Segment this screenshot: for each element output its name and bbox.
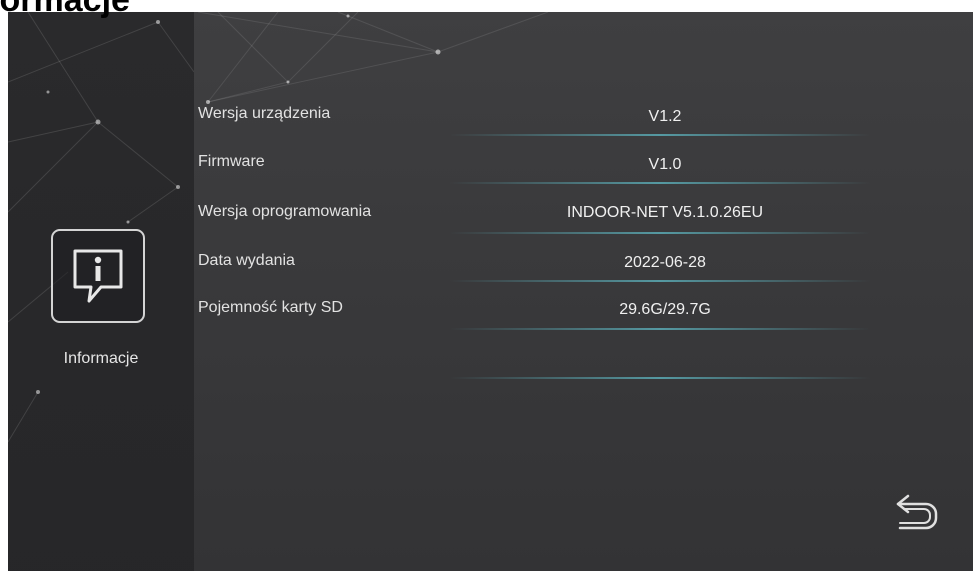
sidebar-item-label: Informacje	[63, 350, 139, 367]
row-divider	[450, 232, 870, 234]
info-row-label: Pojemność karty SD	[198, 299, 343, 316]
sidebar: Informacje	[8, 12, 194, 571]
info-row-sd-card-capacity: Pojemność karty SD 29.6G/29.7G	[194, 12, 973, 330]
info-row-value: V1.0	[648, 156, 682, 173]
info-row-value: 29.6G/29.7G	[619, 301, 711, 318]
row-divider	[450, 328, 870, 330]
return-arrow-icon	[896, 494, 938, 530]
info-row-label: Wersja urządzenia	[198, 105, 331, 122]
row-divider	[450, 182, 870, 184]
back-button[interactable]	[892, 488, 944, 540]
info-row-value: INDOOR-NET V5.1.0.26EU	[566, 204, 764, 221]
row-divider	[450, 134, 870, 136]
info-row-label: Firmware	[198, 153, 265, 170]
page: Informacje	[0, 0, 973, 571]
device-screen: Informacje Wersja urządzenia V1.2 Firmwa…	[8, 12, 973, 571]
info-panel: Wersja urządzenia V1.2 Firmware V1.0 Wer…	[194, 12, 973, 571]
informacje-menu-item[interactable]	[51, 229, 145, 323]
info-row-value: V1.2	[648, 108, 682, 125]
row-divider	[450, 280, 870, 282]
info-row-label: Data wydania	[198, 252, 295, 269]
info-row-label: Wersja oprogramowania	[198, 203, 372, 220]
info-row-value: 2022-06-28	[624, 254, 706, 271]
info-speech-bubble-icon	[73, 249, 123, 303]
row-divider	[450, 377, 870, 379]
page-title: Informacje	[0, 0, 130, 19]
